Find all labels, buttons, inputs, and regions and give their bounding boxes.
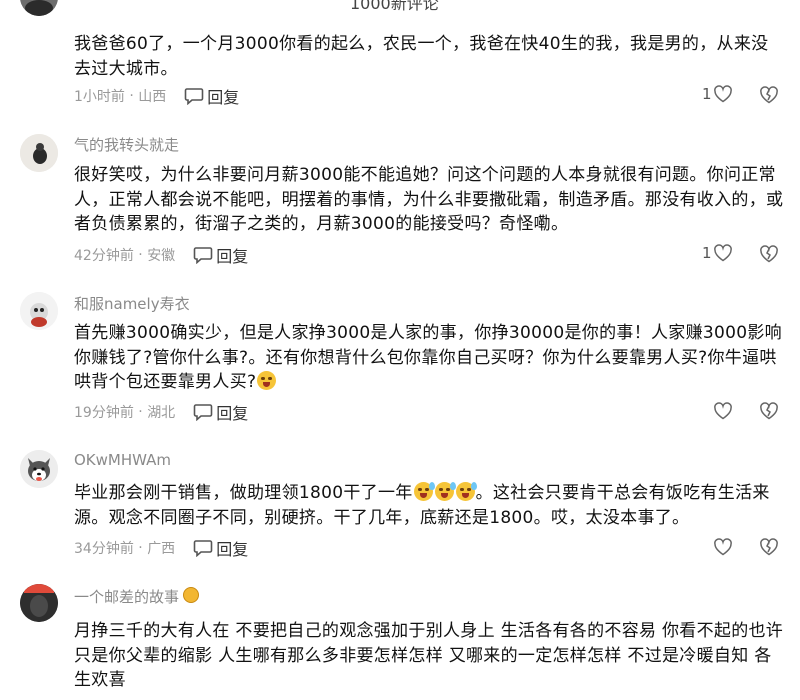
comment-time: 19分钟前: [74, 405, 134, 421]
reply-label: 回复: [207, 88, 240, 107]
reply-label: 回复: [216, 404, 249, 423]
avatar[interactable]: [20, 134, 58, 172]
reply-button[interactable]: 回复: [184, 84, 239, 108]
sweat-smile-emoji-icon: [434, 482, 456, 501]
comment-meta: 34分钟前 · 广西 回复: [74, 536, 248, 560]
avatar-image: [20, 584, 58, 622]
like-button[interactable]: 1: [702, 85, 733, 103]
heart-icon: [714, 538, 732, 556]
like-button[interactable]: 1: [702, 244, 733, 262]
comment-meta: 1小时前 · 山西 回复: [74, 84, 239, 108]
broken-heart-icon: [760, 86, 778, 104]
sweat-smile-emoji-icon: [413, 482, 435, 501]
username[interactable]: 和服namely寿衣: [74, 293, 190, 314]
comment-meta: 19分钟前 · 湖北 回复: [74, 400, 248, 424]
comment-text-content: 毕业那会刚干销售，做助理领1800干了一年: [74, 483, 413, 503]
reply-button[interactable]: 回复: [193, 400, 248, 424]
comment-meta: 42分钟前 · 安徽 回复: [74, 243, 248, 267]
reply-label: 回复: [216, 540, 249, 559]
username[interactable]: OKwMHWAm: [74, 451, 171, 469]
comment-location: 山西: [138, 89, 167, 105]
dislike-button[interactable]: [759, 538, 779, 556]
comment-location: 广西: [147, 541, 176, 557]
chat-bubble-icon: [184, 88, 204, 105]
broken-heart-icon: [760, 402, 778, 420]
like-button[interactable]: [712, 402, 733, 420]
top-bar: 1000新评论: [0, 0, 800, 14]
avatar-image: [20, 134, 58, 172]
like-count: 1: [702, 244, 712, 262]
username[interactable]: 一个邮差的故事: [74, 586, 200, 607]
avatar[interactable]: [20, 450, 58, 488]
username[interactable]: 气的我转头就走: [74, 134, 179, 155]
dislike-button[interactable]: [759, 86, 779, 104]
broken-heart-icon: [760, 538, 778, 556]
page-title: 1000新评论: [350, 0, 439, 13]
broken-heart-icon: [760, 245, 778, 263]
comment-time: 34分钟前: [74, 541, 134, 557]
medal-badge-icon: [183, 587, 200, 603]
comment-text: 首先赚3000确实少，但是人家挣3000是人家的事，你挣30000是你的事！人家…: [74, 321, 786, 395]
comment-text: 很好笑哎，为什么非要问月薪3000能不能追她？问这个问题的人本身就很有问题。你问…: [74, 165, 784, 234]
heart-icon: [713, 244, 732, 262]
reply-button[interactable]: 回复: [193, 243, 248, 267]
heart-icon: [714, 402, 732, 420]
avatar-image: [20, 450, 58, 488]
dislike-button[interactable]: [759, 245, 779, 263]
reply-label: 回复: [216, 247, 249, 266]
comment-text: 毕业那会刚干销售，做助理领1800干了一年 。这社会只要肯干总会有饭吃有生活来源。…: [74, 481, 786, 530]
reply-button[interactable]: 回复: [193, 536, 248, 560]
avatar-image: [20, 292, 58, 330]
avatar[interactable]: [20, 584, 58, 622]
chat-bubble-icon: [193, 247, 213, 264]
comment-text: 月挣三千的大有人在 不要把自己的观念强加于别人身上 生活各有各的不容易 你看不起…: [74, 621, 784, 690]
chat-bubble-icon: [193, 540, 213, 557]
comment-location: 安徽: [147, 248, 176, 264]
avatar[interactable]: [20, 292, 58, 330]
comment-time: 42分钟前: [74, 248, 134, 264]
chat-bubble-icon: [193, 404, 213, 421]
username-text: 一个邮差的故事: [74, 588, 180, 606]
sweat-smile-emoji-icon: [455, 482, 477, 501]
comment-text-content: 首先赚3000确实少，但是人家挣3000是人家的事，你挣30000是你的事！人家…: [74, 323, 782, 392]
dislike-button[interactable]: [759, 402, 779, 420]
comment-time: 1小时前: [74, 89, 125, 105]
comment-location: 湖北: [147, 405, 176, 421]
heart-icon: [713, 85, 732, 103]
shocked-face-emoji-icon: [257, 371, 277, 390]
like-count: 1: [702, 85, 712, 103]
comment-text: 我爸爸60了，一个月3000你看的起么，农民一个，我爸在快40生的我，我是男的，…: [74, 34, 769, 79]
like-button[interactable]: [712, 538, 733, 556]
